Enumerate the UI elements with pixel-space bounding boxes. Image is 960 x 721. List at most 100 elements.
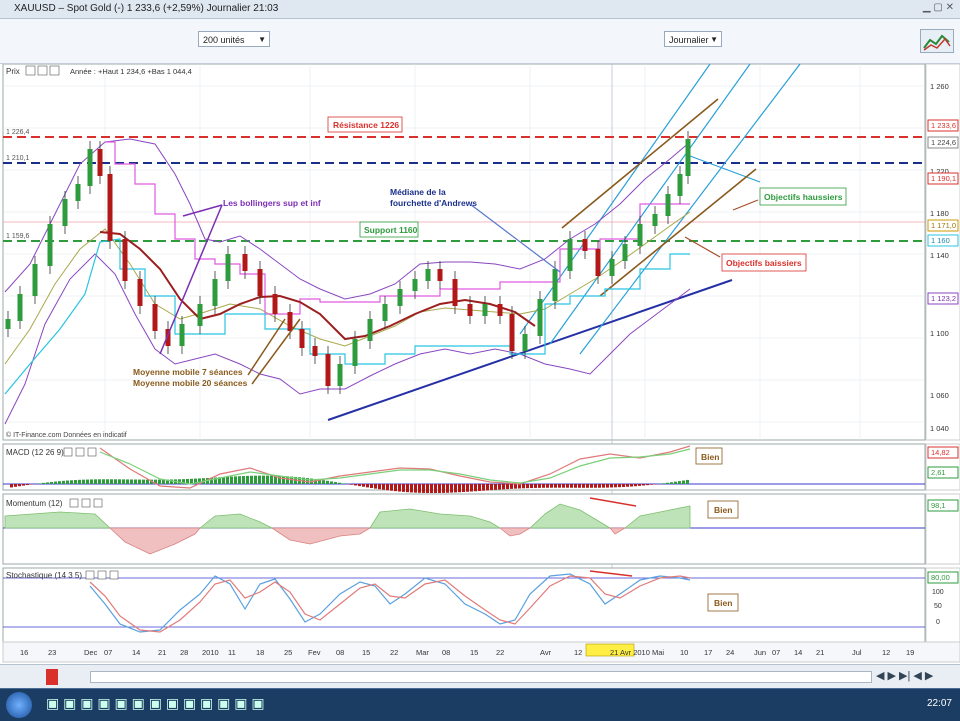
macd-bar bbox=[502, 484, 505, 489]
chart-svg[interactable]: Prix Année : +Haut 1 234,6 +Bas 1 044,4 … bbox=[0, 64, 960, 664]
macd-bar bbox=[138, 480, 141, 484]
stochastic-panel bbox=[3, 568, 925, 642]
price-panel-header: Prix Année : +Haut 1 234,6 +Bas 1 044,4 bbox=[6, 66, 192, 76]
candle-body bbox=[596, 249, 601, 276]
interval-select[interactable]: Journalier ▼ bbox=[664, 31, 722, 47]
macd-badge: 14,82 bbox=[931, 448, 950, 457]
pencil-icon[interactable] bbox=[86, 571, 94, 579]
macd-bar bbox=[374, 484, 377, 489]
x-tick-label: 07 bbox=[104, 648, 112, 657]
candle-body bbox=[108, 174, 113, 241]
macd-bar bbox=[458, 484, 461, 492]
scroll-buttons[interactable]: ◀ ▶ ▶| ◀ ▶ bbox=[876, 669, 956, 685]
candle-body bbox=[6, 319, 11, 329]
macd-bar bbox=[242, 476, 245, 484]
candle-body bbox=[623, 244, 628, 261]
macd-label: MACD (12 26 9) bbox=[6, 448, 64, 457]
y-tick: 1 060 bbox=[930, 391, 949, 400]
x-tick-label: 16 bbox=[20, 648, 28, 657]
close-icon[interactable] bbox=[110, 571, 118, 579]
macd-bar bbox=[618, 484, 621, 487]
macd-bar bbox=[446, 484, 449, 493]
candle-body bbox=[273, 294, 278, 314]
candle-body bbox=[123, 239, 128, 281]
price-badge: 1 190,1 bbox=[931, 174, 956, 183]
momentum-badge: 98,1 bbox=[931, 501, 946, 510]
close-icon[interactable] bbox=[50, 66, 59, 75]
x-tick-label: 15 bbox=[470, 648, 478, 657]
page-icon[interactable] bbox=[76, 448, 84, 456]
macd-bar bbox=[686, 480, 689, 484]
horizontal-scrollbar[interactable]: ◀ ▶ ▶| ◀ ▶ bbox=[0, 664, 960, 689]
macd-bar bbox=[262, 476, 265, 484]
window-controls[interactable]: ▁ ▢ ✕ bbox=[923, 2, 954, 13]
macd-bar bbox=[662, 483, 665, 484]
macd-bar bbox=[358, 484, 361, 486]
price-panel-info: Année : +Haut 1 234,6 +Bas 1 044,4 bbox=[70, 67, 192, 76]
macd-bar bbox=[238, 476, 241, 484]
macd-bar bbox=[14, 484, 17, 487]
window-title-bar: XAUUSD – Spot Gold (-) 1 233,6 (+2,59%) … bbox=[0, 0, 960, 19]
macd-bar bbox=[234, 476, 237, 484]
macd-bar bbox=[566, 484, 569, 488]
taskbar-apps[interactable]: ▣ ▣ ▣ ▣ ▣ ▣ ▣ ▣ ▣ ▣ ▣ ▣ ▣ bbox=[46, 695, 265, 712]
candle-body bbox=[198, 304, 203, 326]
scroll-handle[interactable] bbox=[46, 669, 58, 685]
macd-bar bbox=[622, 484, 625, 487]
macd-bar bbox=[634, 484, 637, 486]
momentum-note: Bien bbox=[714, 505, 732, 515]
objectives-down-label: Objectifs baissiers bbox=[726, 258, 802, 268]
candle-body bbox=[243, 254, 248, 271]
candle-body bbox=[583, 239, 588, 251]
x-tick-label: 22 bbox=[390, 648, 398, 657]
macd-bar bbox=[270, 476, 273, 484]
macd-bar bbox=[158, 480, 161, 484]
page-icon[interactable] bbox=[38, 66, 47, 75]
candle-body bbox=[226, 254, 231, 281]
candle-body bbox=[453, 279, 458, 306]
close-icon[interactable] bbox=[88, 448, 96, 456]
macd-bar bbox=[486, 484, 489, 490]
macd-bar bbox=[226, 477, 229, 484]
macd-bar bbox=[330, 481, 333, 484]
macd-bar bbox=[630, 484, 633, 487]
scroll-track[interactable] bbox=[90, 671, 872, 683]
macd-bar bbox=[430, 484, 433, 493]
candle-body bbox=[88, 149, 93, 186]
macd-bar bbox=[514, 484, 517, 489]
close-icon[interactable] bbox=[94, 499, 102, 507]
bollinger-label: Les bollingers sup et inf bbox=[223, 198, 321, 208]
candle-body bbox=[153, 304, 158, 331]
macd-bar bbox=[510, 484, 513, 489]
start-button[interactable] bbox=[6, 692, 32, 718]
median-label-2: fourchette d'Andrews bbox=[390, 198, 477, 208]
macd-bar bbox=[398, 484, 401, 492]
macd-bar bbox=[282, 476, 285, 484]
x-tick-label: 12 bbox=[882, 648, 890, 657]
chart-area[interactable]: Prix Année : +Haut 1 234,6 +Bas 1 044,4 … bbox=[0, 64, 960, 664]
candle-body bbox=[610, 259, 615, 276]
macd-bar bbox=[98, 479, 101, 484]
x-tick-label: Mar bbox=[416, 648, 429, 657]
chart-tools-button[interactable] bbox=[920, 29, 954, 53]
x-tick-label: 12 bbox=[574, 648, 582, 657]
candle-body bbox=[398, 289, 403, 306]
period-select[interactable]: 200 unités ▼ bbox=[198, 31, 270, 47]
macd-bar bbox=[558, 484, 561, 488]
pencil-icon[interactable] bbox=[64, 448, 72, 456]
x-tick-label: 22 bbox=[496, 648, 504, 657]
taskbar-clock: 22:07 bbox=[927, 698, 952, 709]
macd-bar bbox=[86, 480, 89, 484]
x-tick-label: Jun bbox=[754, 648, 766, 657]
stoch-y-tick: 100 bbox=[932, 589, 944, 596]
page-icon[interactable] bbox=[82, 499, 90, 507]
candle-body bbox=[258, 269, 263, 296]
macd-bar bbox=[530, 484, 533, 488]
macd-bar bbox=[58, 481, 61, 484]
pencil-icon[interactable] bbox=[26, 66, 35, 75]
page-icon[interactable] bbox=[98, 571, 106, 579]
candle-body bbox=[63, 199, 68, 226]
candle-body bbox=[426, 269, 431, 281]
macd-bar bbox=[102, 479, 105, 484]
pencil-icon[interactable] bbox=[70, 499, 78, 507]
